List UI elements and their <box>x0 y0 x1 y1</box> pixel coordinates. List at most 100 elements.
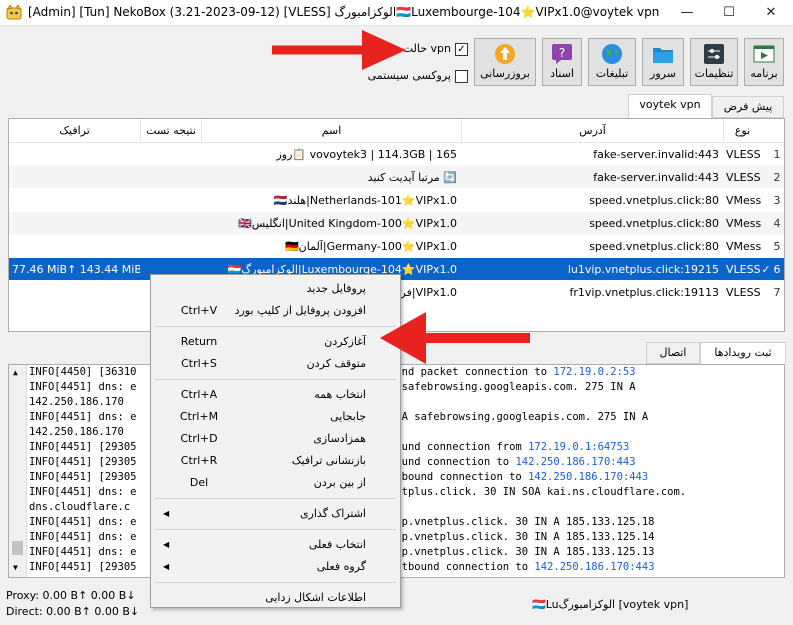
menu-item[interactable]: انتخاب همه Ctrl+A <box>153 384 398 406</box>
log-line-text: outbound connection to <box>389 561 535 573</box>
menu-item-label: انتخاب همه <box>314 388 366 401</box>
row-number: 4 <box>773 217 781 230</box>
menu-item-shortcut: Del <box>189 476 209 489</box>
program-label: برنامه <box>750 67 778 80</box>
menu-separator <box>155 529 396 530</box>
program-button[interactable]: برنامه <box>744 38 784 86</box>
row-name: United Kingdom-100⭐VIPx1.0|انگلیس🇬🇧 <box>238 217 457 230</box>
menu-item-label: جابجایی <box>330 410 366 423</box>
log-line: INFO[4451] [29305 <box>29 560 136 575</box>
minimize-button[interactable]: — <box>667 0 707 26</box>
log-line-prefix: INFO[4451] dns: e <box>29 516 137 528</box>
row-address: speed.vnetplus.click:80 <box>589 194 719 207</box>
row-address: fr1vip.vnetplus.click:19113 <box>569 286 719 299</box>
log-line-message: netplus.click. 30 IN SOA kai.ns.cloudfla… <box>389 485 686 500</box>
log-line-prefix: INFO[4451] [29305 <box>29 471 137 483</box>
menu-item[interactable]: آغازکردن Return <box>153 331 398 353</box>
header-traffic[interactable]: ترافیک <box>9 119 140 143</box>
table-row[interactable]: 3 VMess speed.vnetplus.click:80 Netherlands… <box>9 189 784 212</box>
menu-item-shortcut: Return <box>180 335 218 348</box>
log-line-message: utbound connection to 142.250.186.170:44… <box>389 470 648 485</box>
docs-button[interactable]: ? اسناد <box>542 38 582 86</box>
row-type: VMess <box>726 217 761 230</box>
row-name: 🔄 مرتبا آپدیت کنید <box>367 171 457 184</box>
header-type[interactable]: نوع <box>723 119 761 143</box>
table-row[interactable]: 2 VLESS fake-server.invalid:443 🔄 مرتبا آپد… <box>9 166 784 189</box>
menu-item-label: پروفایل جدید <box>306 282 366 295</box>
menu-item[interactable]: گروه فعلی ◀ <box>153 556 398 578</box>
server-folder-icon <box>653 48 673 63</box>
menu-item[interactable]: متوقف کردن Ctrl+S <box>153 353 398 375</box>
log-line-text: vip.vnetplus.click. 30 IN A 185.133.125.… <box>389 546 655 558</box>
log-line-text: utbound connection to <box>389 471 529 483</box>
scroll-thumb[interactable] <box>12 541 23 555</box>
menu-separator <box>155 582 396 583</box>
menu-item[interactable]: همزادسازی Ctrl+D <box>153 428 398 450</box>
row-address: speed.vnetplus.click:80 <box>589 240 719 253</box>
menu-item[interactable]: انتخاب فعلی ◀ <box>153 534 398 556</box>
row-type: VLESS <box>726 286 761 299</box>
log-line-prefix: INFO[4451] dns: e <box>29 411 137 423</box>
menu-item[interactable]: اطلاعات اشکال زدایی <box>153 587 398 609</box>
table-row[interactable]: 4 VMess speed.vnetplus.click:80 United King… <box>9 212 784 235</box>
menu-item-label: انتخاب فعلی <box>308 538 366 551</box>
log-line: INFO[4451] [29305 <box>29 470 136 485</box>
ads-button[interactable]: تبلیغات <box>588 38 636 86</box>
tab-event-log[interactable]: ثبت رویدادها <box>700 342 786 364</box>
log-line-ip: 172.19.0.1:64753 <box>528 441 630 453</box>
row-number: 6 <box>773 263 781 276</box>
update-arrow-icon <box>495 44 515 64</box>
menu-item[interactable]: بازنشانی ترافیک Ctrl+R <box>153 450 398 472</box>
log-line: INFO[4451] dns: e <box>29 410 136 425</box>
settings-button[interactable]: تنظیمات <box>690 38 738 86</box>
row-active-check <box>761 281 771 304</box>
scroll-up-arrow-icon[interactable]: ▲ <box>13 368 18 377</box>
menu-item[interactable]: از بین بردن Del <box>153 472 398 494</box>
menu-item-label: از بین بردن <box>313 476 366 489</box>
menu-item-label: همزادسازی <box>313 432 366 445</box>
log-line: 142.250.186.170 <box>29 395 124 410</box>
menu-item-shortcut: Ctrl+S <box>181 357 217 370</box>
log-line-message: . A safebrowsing.googleapis.com. 275 IN … <box>389 410 648 425</box>
log-line-text: vip.vnetplus.click. 30 IN A 185.133.125.… <box>389 516 655 528</box>
update-button[interactable]: بروزرسانی <box>474 38 536 86</box>
table-row[interactable]: 5 VMess speed.vnetplus.click:80 Germany-100… <box>9 235 784 258</box>
title-bar: [Admin] [Tun] NekoBox (3.21-2023-09-12) … <box>0 0 793 26</box>
header-address[interactable]: آدرس <box>461 119 723 143</box>
maximize-button[interactable]: ☐ <box>709 0 749 26</box>
log-line-ip: 142.250.186.170:443 <box>528 471 649 483</box>
table-row[interactable]: 1 VLESS fake-server.invalid:443 vovoytek3 |… <box>9 143 784 166</box>
close-button[interactable]: ✕ <box>751 0 791 26</box>
tab-default[interactable]: پیش فرض <box>712 96 784 118</box>
header-test-result[interactable]: نتیجه تست <box>140 119 201 143</box>
log-line-prefix: 142.250.186.170 <box>29 396 124 408</box>
menu-item[interactable]: جابجایی Ctrl+M <box>153 406 398 428</box>
scroll-down-arrow-icon[interactable]: ▼ <box>13 563 18 572</box>
update-label: بروزرسانی <box>480 67 530 80</box>
header-name[interactable]: اسم <box>201 119 461 143</box>
log-scrollbar[interactable]: ▲ ▼ <box>9 365 27 577</box>
row-name: vovoytek3 | 114.3GB | 165 📋روز <box>276 148 457 161</box>
vpn-mode-check-box[interactable]: ✓ <box>455 43 468 56</box>
log-line: dns.cloudflare.c <box>29 500 130 515</box>
menu-item[interactable]: پروفایل جدید <box>153 278 398 300</box>
tab-voytek-vpn[interactable]: voytek vpn <box>628 94 712 118</box>
proxy-traffic-status: Proxy: 0.00 B↑ 0.00 B↓ <box>6 589 136 602</box>
menu-item[interactable]: اشتراک گذاری ◀ <box>153 503 398 525</box>
row-number: 7 <box>773 286 781 299</box>
log-line-prefix: INFO[4450] [36310 <box>29 366 137 378</box>
row-address: lu1vip.vnetplus.click:19215 <box>567 263 719 276</box>
tab-connections[interactable]: اتصال <box>646 342 700 364</box>
submenu-arrow-icon: ◀ <box>163 509 170 518</box>
menu-separator <box>155 326 396 327</box>
menu-item[interactable]: افزودن پروفایل از کلیپ بورد Ctrl+V <box>153 300 398 322</box>
log-line-text: . A safebrowsing.googleapis.com. 275 IN … <box>389 411 649 423</box>
server-button[interactable]: سرور <box>642 38 684 86</box>
log-line: INFO[4451] [29305 <box>29 455 136 470</box>
log-line-text: A safebrowsing.googleapis.com. 275 IN A <box>389 381 636 393</box>
system-proxy-check-box[interactable] <box>455 70 468 83</box>
log-line-prefix: INFO[4451] [29305 <box>29 441 137 453</box>
row-number: 5 <box>773 240 781 253</box>
log-line-prefix: INFO[4451] dns: e <box>29 531 137 543</box>
row-number: 3 <box>773 194 781 207</box>
